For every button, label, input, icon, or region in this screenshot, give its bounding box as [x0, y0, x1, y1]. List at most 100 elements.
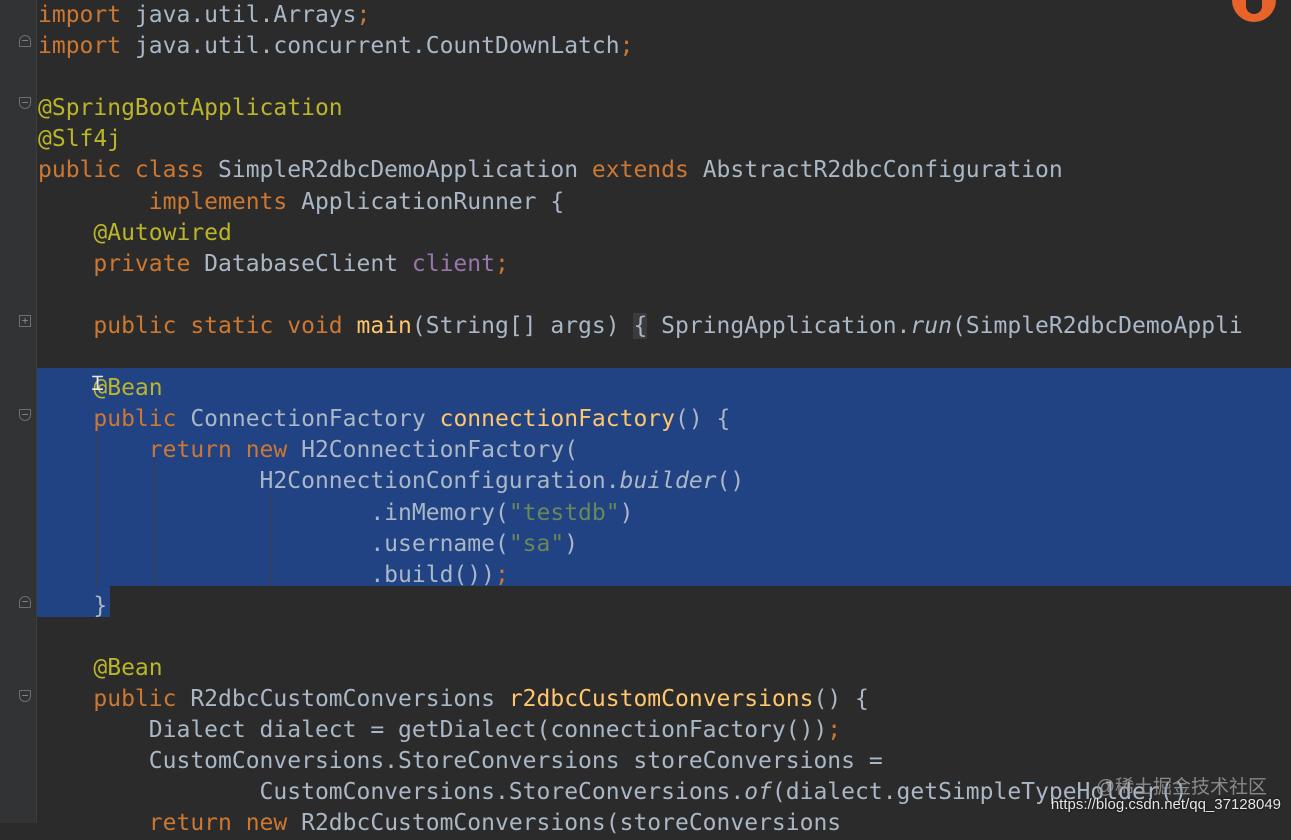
code-token: R2dbcCustomConversions(storeConversions — [287, 810, 842, 837]
code-token: @Bean — [93, 654, 163, 681]
code-token: run — [910, 312, 952, 339]
code-line[interactable]: private DatabaseClient client; — [38, 249, 1243, 280]
code-token: java.util.Arrays — [121, 2, 357, 28]
code-token: public class — [38, 157, 205, 184]
code-token: ; — [356, 2, 371, 28]
code-token: return new — [148, 437, 288, 464]
code-token: H2ConnectionConfiguration. — [38, 468, 620, 495]
code-token: import — [38, 33, 122, 60]
code-line[interactable]: @Bean — [38, 373, 1243, 404]
code-line[interactable]: implements ApplicationRunner { — [38, 187, 1243, 218]
code-token: } — [38, 592, 108, 619]
code-token: extends — [591, 157, 689, 184]
code-token: implements — [148, 188, 288, 215]
fold-toggle-main-method[interactable]: + — [19, 315, 31, 327]
code-line[interactable]: import java.util.concurrent.CountDownLat… — [38, 31, 1243, 62]
code-token: SimpleR2dbcDemoApplication — [204, 157, 592, 184]
code-token: CustomConversions.StoreConversions store… — [38, 748, 883, 775]
code-token: return new — [148, 810, 288, 837]
code-token: @SpringBootApplication — [38, 95, 343, 122]
code-token: CustomConversions.StoreConversions. — [38, 779, 745, 806]
code-line[interactable] — [38, 342, 1243, 373]
fold-toggle-connection-factory[interactable]: − — [19, 409, 31, 421]
code-line[interactable]: public R2dbcCustomConversions r2dbcCusto… — [38, 684, 1243, 715]
code-line[interactable]: CustomConversions.StoreConversions store… — [38, 746, 1243, 777]
code-token: of — [744, 779, 772, 806]
code-line[interactable]: .username("sa") — [38, 529, 1243, 560]
code-token: "testdb" — [508, 499, 620, 526]
code-token: AbstractR2dbcConfiguration — [688, 157, 1063, 184]
code-token: () — [716, 468, 745, 495]
code-token: main — [356, 312, 412, 339]
code-token: @Autowired — [93, 219, 232, 246]
code-token: Dialect dialect = getDialect(connectionF… — [38, 717, 828, 744]
code-line[interactable]: @Bean — [38, 653, 1243, 684]
code-token: R2dbcCustomConversions — [176, 686, 509, 713]
code-token: ; — [494, 561, 509, 588]
code-line[interactable] — [38, 62, 1243, 93]
code-token: builder — [619, 468, 717, 495]
code-token: H2ConnectionFactory( — [287, 437, 579, 464]
code-token: .username( — [38, 530, 509, 557]
code-line[interactable]: Dialect dialect = getDialect(connectionF… — [38, 715, 1243, 746]
fold-toggle-custom-conversions[interactable]: − — [19, 690, 31, 702]
code-token: ; — [494, 250, 509, 277]
code-token: SpringApplication. — [647, 312, 911, 339]
code-line[interactable]: .build()); — [38, 560, 1243, 591]
code-token: .build()) — [38, 561, 495, 588]
code-token: (SimpleR2dbcDemoAppli — [951, 312, 1243, 339]
code-line[interactable]: @Autowired — [38, 218, 1243, 249]
code-line[interactable]: @Slf4j — [38, 124, 1243, 155]
code-token: () { — [813, 686, 869, 713]
code-token: public static void — [93, 312, 343, 339]
code-line[interactable]: import java.util.Arrays; — [38, 0, 1243, 31]
watermark-url: https://blog.csdn.net/qq_37128049 — [1050, 796, 1281, 813]
code-token: public — [93, 686, 177, 713]
code-token: client — [411, 250, 495, 277]
code-token: ) — [564, 530, 579, 557]
code-line[interactable]: H2ConnectionConfiguration.builder() — [38, 466, 1243, 497]
code-token: .inMemory( — [38, 499, 509, 526]
fold-toggle-connection-factory-end[interactable]: − — [19, 596, 31, 608]
code-token: ) — [619, 499, 634, 526]
code-line[interactable]: .inMemory("testdb") — [38, 498, 1243, 529]
code-token: r2dbcCustomConversions — [508, 686, 814, 713]
code-token: ; — [827, 717, 842, 744]
code-token: java.util.concurrent.CountDownLatch — [121, 33, 620, 60]
code-line[interactable]: } — [38, 591, 1243, 622]
code-line[interactable]: public ConnectionFactory connectionFacto… — [38, 404, 1243, 435]
code-token: private — [93, 250, 191, 277]
code-token: (String[] args) — [411, 312, 634, 339]
code-line[interactable]: public static void main(String[] args) {… — [38, 311, 1243, 342]
code-line[interactable]: return new H2ConnectionFactory( — [38, 435, 1243, 466]
code-token: "sa" — [508, 530, 565, 557]
fold-toggle-imports[interactable]: − — [19, 35, 31, 47]
code-line[interactable] — [38, 622, 1243, 653]
fold-toggle-class-annotations[interactable]: − — [19, 97, 31, 109]
code-line[interactable]: return new R2dbcCustomConversions(storeC… — [38, 808, 1243, 839]
code-token: DatabaseClient — [190, 250, 412, 277]
code-editor[interactable]: import java.util.Arrays; import java.util… — [38, 0, 1243, 840]
code-token: import — [38, 2, 122, 28]
code-token: public — [93, 406, 177, 433]
code-line[interactable] — [38, 280, 1243, 311]
code-token: ; — [619, 33, 634, 60]
code-token: ApplicationRunner { — [287, 188, 565, 215]
code-line[interactable]: @SpringBootApplication — [38, 93, 1243, 124]
code-token: @Slf4j — [38, 126, 122, 153]
code-line[interactable]: public class SimpleR2dbcDemoApplication … — [38, 155, 1243, 186]
code-token: ConnectionFactory — [176, 406, 440, 433]
code-token: @Bean — [93, 375, 163, 402]
text-cursor-icon: Ɪ — [92, 371, 104, 395]
code-token: { — [633, 312, 648, 339]
